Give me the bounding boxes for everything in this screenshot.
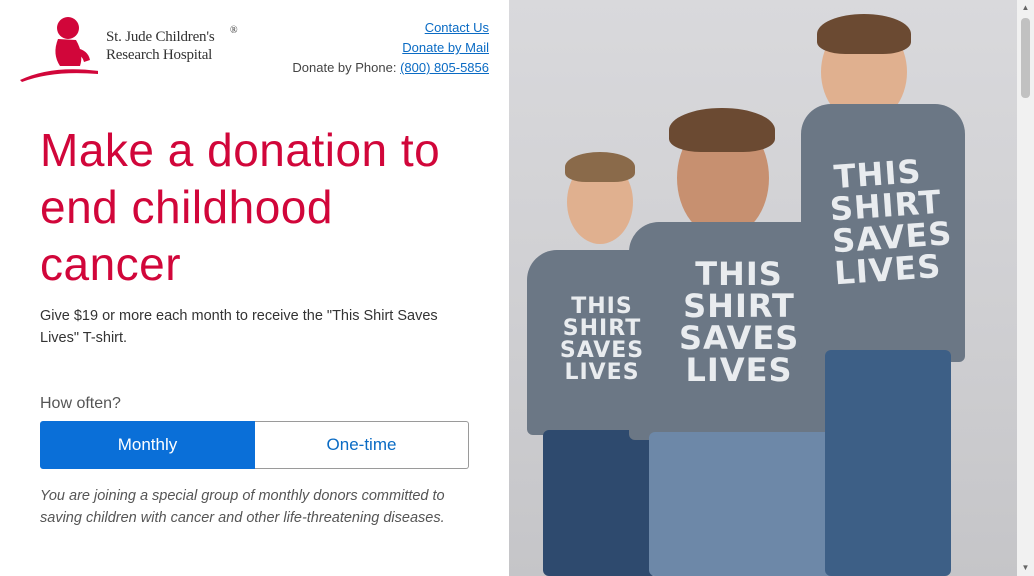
- logo-text: St. Jude Children's Research Hospital ®: [106, 25, 238, 64]
- st-jude-logo[interactable]: St. Jude Children's Research Hospital ®: [18, 14, 248, 84]
- child-silhouette-icon: [20, 17, 98, 82]
- scroll-up-arrow-icon[interactable]: ▲: [1017, 0, 1034, 16]
- one-time-button[interactable]: One-time: [255, 421, 469, 469]
- header-links: Contact Us Donate by Mail Donate by Phon…: [292, 18, 489, 78]
- frequency-toggle: Monthly One-time: [40, 421, 469, 469]
- donate-by-mail-link[interactable]: Donate by Mail: [402, 40, 489, 55]
- registered-mark: ®: [230, 25, 238, 36]
- hero-photo: THIS SHIRT SAVES LIVES THIS SHIRT SAVES …: [509, 0, 1017, 576]
- page-title: Make a donation to end childhood cancer: [40, 124, 441, 290]
- contact-us-link[interactable]: Contact Us: [425, 20, 489, 35]
- scrollbar-thumb[interactable]: [1021, 18, 1030, 98]
- scroll-down-arrow-icon[interactable]: ▼: [1017, 560, 1034, 576]
- donation-panel: St. Jude Children's Research Hospital ® …: [0, 0, 509, 576]
- frequency-label: How often?: [40, 395, 121, 412]
- logo-line-1: St. Jude Children's: [106, 29, 215, 45]
- monthly-donor-note: You are joining a special group of month…: [40, 488, 445, 526]
- phone-label: Donate by Phone:: [292, 60, 397, 75]
- monthly-button[interactable]: Monthly: [40, 421, 255, 469]
- donate-by-phone: Donate by Phone: (800) 805-5856: [292, 58, 489, 78]
- page-subtitle: Give $19 or more each month to receive t…: [40, 308, 438, 346]
- phone-number-link[interactable]: (800) 805-5856: [400, 60, 489, 75]
- shirt-text-center: THIS SHIRT SAVES LIVES: [679, 255, 800, 389]
- shirt-text-right: THIS SHIRT SAVES LIVES: [828, 152, 954, 293]
- shirt-text-left: THIS SHIRT SAVES LIVES: [559, 294, 645, 385]
- logo-line-2: Research Hospital: [106, 47, 213, 63]
